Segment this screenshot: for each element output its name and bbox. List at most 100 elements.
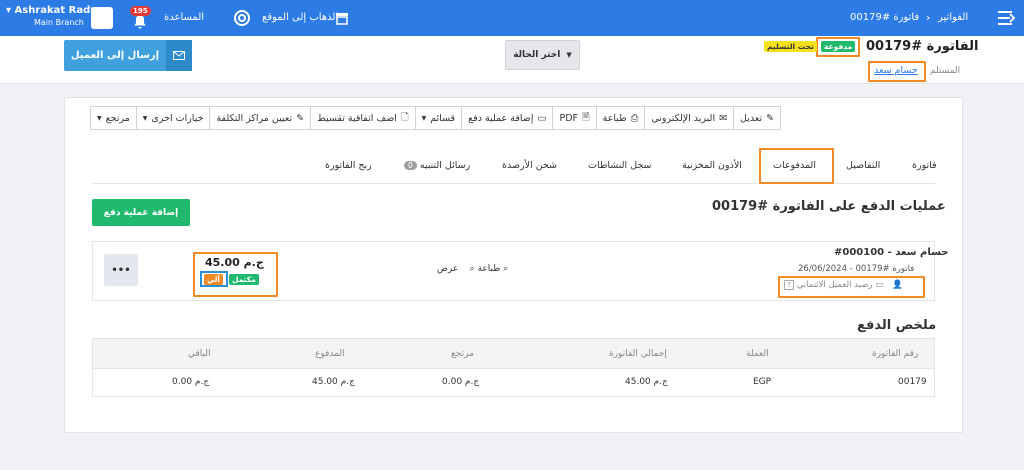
- more-options-label: خيارات اخرى: [151, 112, 204, 124]
- status-select[interactable]: اختر الحالة ▼: [505, 40, 580, 70]
- vouchers-dropdown[interactable]: ▼ قسائم: [414, 106, 463, 130]
- print-button[interactable]: طباعة ⎙: [595, 106, 646, 130]
- tab-activity-log[interactable]: سجل النشاطات: [588, 160, 651, 171]
- col-remaining: الباقي: [188, 349, 211, 359]
- breadcrumb-current: فاتورة #00179: [850, 12, 920, 23]
- pdf-file-icon: 🗎: [581, 112, 590, 123]
- payment-auto-badge: آلي: [204, 274, 223, 285]
- user-name: Ashrakat Rady: [14, 5, 97, 16]
- payment-method: ? رصيد العميل الائتماني ▭ 👤: [784, 280, 903, 290]
- menu-toggle-icon[interactable]: [998, 11, 1016, 25]
- email-button[interactable]: البريد الإلكتروني ✉: [644, 106, 735, 130]
- payment-invoice-ref: 26/06/2024 - فاتورة #00179: [798, 264, 915, 274]
- tab-reminders[interactable]: 0 رسائل التنبيه: [400, 160, 470, 171]
- summary-header-row: [93, 339, 934, 369]
- more-options-dropdown[interactable]: ▼ خيارات اخرى: [135, 106, 211, 130]
- edit-button[interactable]: تعديل ✎: [733, 106, 782, 130]
- installment-label: اضف اتفاقية تقسيط: [317, 112, 397, 124]
- payments-section-title: عمليات الدفع على الفاتورة #00179: [712, 199, 946, 214]
- vouchers-label: قسائم: [430, 112, 456, 124]
- pdf-button[interactable]: PDF 🗎: [552, 106, 597, 130]
- tab-invoice-profit[interactable]: ربح الفاتورة: [325, 160, 372, 171]
- tab-payments[interactable]: المدفوعات: [773, 160, 816, 171]
- cell-currency: EGP: [753, 377, 772, 387]
- notifications-button[interactable]: 195: [130, 6, 151, 30]
- cell-invoice-number: 00179: [898, 377, 927, 387]
- breadcrumb: فاتورة #00179 › الفواتير: [850, 10, 980, 26]
- action-toolbar: ▼ مرتجع ▼ خيارات اخرى تعيين مراكز التكلفة ✎…: [90, 106, 782, 130]
- send-to-client-button[interactable]: إرسال إلى العميل: [64, 40, 192, 71]
- edit-label: تعديل: [740, 112, 763, 124]
- cost-centers-label: تعيين مراكز التكلفة: [216, 112, 293, 124]
- caret-down-icon: ▼: [97, 114, 102, 122]
- reminders-count-badge: 0: [404, 161, 417, 170]
- cell-invoice-total: 45.00 ج.م: [625, 377, 668, 387]
- caret-down-icon: ▼: [566, 51, 572, 59]
- print-payment-label: طباعة: [477, 264, 501, 274]
- col-invoice-total: إجمالي الفاتورة: [609, 349, 667, 359]
- search-icon: ⌕: [503, 264, 509, 274]
- print-label: طباعة: [602, 112, 627, 124]
- print-payment-link[interactable]: طباعة ⌕: [470, 264, 501, 274]
- cell-returned: 0.00 ج.م: [442, 377, 480, 387]
- envelope-icon: [166, 40, 192, 71]
- caret-down-icon: ▼: [421, 114, 427, 122]
- payment-actions: طباعة ⌕ عرض ⌕: [437, 264, 508, 274]
- payment-date: 26/06/2024: [798, 264, 847, 274]
- summary-table: رقم الفاتورة العملة إجمالي الفاتورة مرتج…: [92, 338, 935, 397]
- col-returned: مرتجع: [451, 349, 474, 359]
- user-branch: Main Branch: [34, 18, 84, 27]
- installment-button[interactable]: اضف اتفاقية تقسيط 🗋: [310, 106, 416, 130]
- store-icon: [336, 13, 348, 25]
- user-icon: 👤: [891, 280, 903, 290]
- cell-paid: 45.00 ج.م: [312, 377, 355, 387]
- returned-dropdown[interactable]: ▼ مرتجع: [90, 106, 137, 130]
- col-invoice-number: رقم الفاتورة: [872, 349, 919, 359]
- avatar[interactable]: [91, 7, 113, 29]
- summary-title: ملخص الدفع: [857, 318, 937, 333]
- cost-centers-button[interactable]: تعيين مراكز التكلفة ✎: [209, 106, 312, 130]
- email-label: البريد الإلكتروني: [651, 112, 716, 124]
- question-icon: ?: [784, 280, 794, 290]
- pencil-icon: ✎: [296, 112, 305, 124]
- payment-method-label: رصيد العميل الائتماني: [796, 280, 873, 290]
- credit-card-icon: ▭: [537, 112, 547, 124]
- payment-number-name[interactable]: #000100 - حسام سعد: [834, 247, 948, 258]
- chevron-right-icon: ›: [926, 11, 931, 24]
- goto-site-link[interactable]: الذهاب إلى الموقع: [262, 10, 352, 26]
- payment-complete-badge: مكتمل: [229, 274, 259, 285]
- tab-details[interactable]: التفاصيل: [846, 160, 880, 171]
- payment-amount: 45.00 ج.م: [205, 256, 264, 269]
- top-bar: ▾ Ashrakat Rady Main Branch 195 المساعدة…: [0, 0, 1024, 36]
- col-paid: المدفوع: [315, 349, 345, 359]
- caret-down-icon: ▼: [142, 114, 148, 122]
- recipient-link[interactable]: حسام سعد: [874, 65, 918, 76]
- help-link[interactable]: المساعدة: [164, 10, 254, 26]
- breadcrumb-root[interactable]: الفواتير: [938, 12, 968, 23]
- help-label: المساعدة: [164, 12, 205, 23]
- pdf-label: PDF: [559, 112, 578, 124]
- credit-card-icon: ▭: [875, 280, 884, 290]
- cell-remaining: 0.00 ج.م: [172, 377, 210, 387]
- send-to-client-label: إرسال إلى العميل: [70, 50, 160, 61]
- add-payment-button[interactable]: إضافة عملية دفع: [92, 199, 190, 226]
- tab-stock-permissions[interactable]: الأذون المخزنية: [682, 160, 742, 171]
- payment-more-button[interactable]: •••: [104, 254, 138, 286]
- add-payment-toolbar-button[interactable]: إضافة عملية دفع ▭: [461, 106, 554, 130]
- printer-icon: ⎙: [630, 112, 639, 124]
- paid-status-badge: مدفوعة: [821, 41, 856, 52]
- search-icon: ⌕: [469, 264, 475, 274]
- user-menu[interactable]: ▾ Ashrakat Rady Main Branch: [6, 5, 97, 31]
- lifebuoy-icon: [234, 10, 250, 26]
- pencil-icon: ✎: [766, 112, 775, 124]
- tab-recharge-balances[interactable]: شحن الأرصدة: [502, 160, 557, 171]
- page-title: الفاتورة #00179: [866, 39, 979, 54]
- notification-count-badge: 195: [130, 6, 151, 16]
- payment-invoice-number: فاتورة #00179: [855, 264, 915, 274]
- envelope-icon: ✉: [719, 112, 728, 124]
- tab-invoice[interactable]: فاتورة: [912, 160, 937, 171]
- add-payment-toolbar-label: إضافة عملية دفع: [468, 112, 534, 124]
- bell-icon: [134, 15, 146, 29]
- col-currency: العملة: [746, 349, 769, 359]
- tab-reminders-label: رسائل التنبيه: [419, 160, 471, 171]
